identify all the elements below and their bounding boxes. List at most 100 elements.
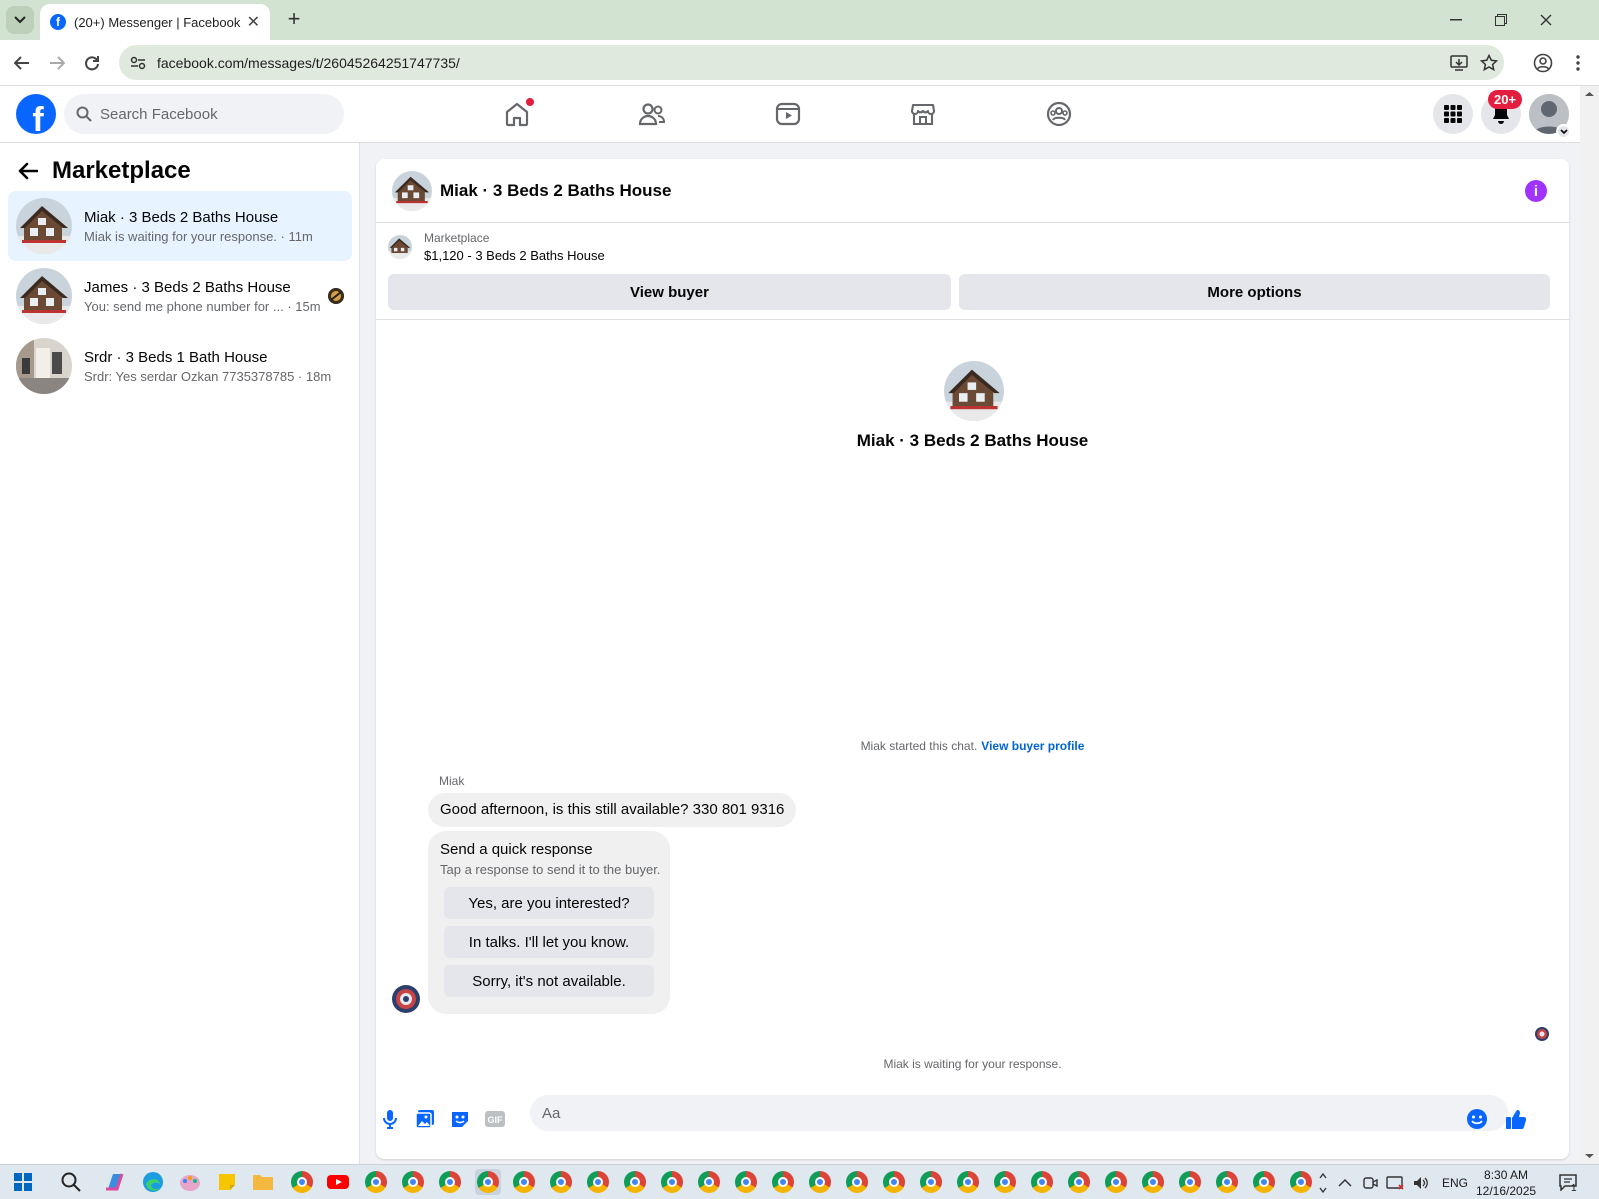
- facebook-logo-icon[interactable]: f: [16, 94, 56, 134]
- quick-response-option[interactable]: In talks. I'll let you know.: [444, 926, 654, 958]
- message-input[interactable]: [530, 1095, 1508, 1131]
- nav-marketplace[interactable]: [868, 86, 978, 142]
- file-explorer-icon[interactable]: [250, 1169, 276, 1195]
- meet-now-icon[interactable]: [1362, 1175, 1378, 1191]
- bookmark-star-icon[interactable]: [1474, 48, 1504, 78]
- back-arrow-icon[interactable]: [18, 162, 38, 180]
- chrome-window-icon[interactable]: [1140, 1169, 1166, 1195]
- menu-grid-button[interactable]: [1433, 94, 1473, 134]
- chrome-window-icon[interactable]: [992, 1169, 1018, 1195]
- install-app-icon[interactable]: [1444, 48, 1474, 78]
- browser-menu-icon[interactable]: [1565, 50, 1591, 76]
- reload-icon[interactable]: [79, 50, 105, 76]
- minimize-icon[interactable]: [1444, 8, 1468, 32]
- chat-started-notice: Miak started this chat. View buyer profil…: [376, 739, 1569, 753]
- nav-video[interactable]: [733, 86, 843, 142]
- quick-response-option[interactable]: Sorry, it's not available.: [444, 965, 654, 997]
- conversation-item[interactable]: Srdr · 3 Beds 1 Bath House Srdr: Yes ser…: [8, 331, 352, 401]
- account-chevron-icon[interactable]: [1556, 124, 1571, 139]
- chrome-window-icon[interactable]: [622, 1169, 648, 1195]
- chrome-window-active-icon[interactable]: [475, 1169, 501, 1195]
- chrome-window-icon[interactable]: [733, 1169, 759, 1195]
- taskbar-search-icon[interactable]: [58, 1169, 84, 1195]
- restore-icon[interactable]: [1489, 8, 1513, 32]
- copilot-icon[interactable]: [102, 1169, 128, 1195]
- chrome-window-icon[interactable]: [363, 1169, 389, 1195]
- chrome-window-icon[interactable]: [1214, 1169, 1240, 1195]
- scroll-down-icon[interactable]: [1580, 1150, 1599, 1162]
- show-hidden-icons-icon[interactable]: [1338, 1178, 1352, 1188]
- tab-search-button[interactable]: [6, 6, 34, 34]
- chat-title[interactable]: Miak · 3 Beds 2 Baths House: [440, 181, 671, 201]
- browser-tab[interactable]: f (20+) Messenger | Facebook ✕: [40, 4, 270, 40]
- quick-response-option[interactable]: Yes, are you interested?: [444, 887, 654, 919]
- message-bubble[interactable]: Good afternoon, is this still available?…: [428, 793, 797, 827]
- chrome-window-icon[interactable]: [881, 1169, 907, 1195]
- chrome-window-icon[interactable]: [770, 1169, 796, 1195]
- chrome-window-icon[interactable]: [437, 1169, 463, 1195]
- tab-close-icon[interactable]: ✕: [247, 12, 260, 32]
- view-buyer-button[interactable]: View buyer: [388, 274, 951, 310]
- sticky-notes-icon[interactable]: [214, 1169, 240, 1195]
- chrome-window-icon[interactable]: [585, 1169, 611, 1195]
- site-info-icon[interactable]: [129, 54, 147, 72]
- language-indicator[interactable]: ENG: [1442, 1176, 1468, 1190]
- network-icon[interactable]: [1386, 1175, 1404, 1191]
- nav-groups[interactable]: [1004, 86, 1114, 142]
- chrome-window-icon[interactable]: [918, 1169, 944, 1195]
- microphone-icon[interactable]: [378, 1107, 402, 1131]
- view-buyer-profile-link[interactable]: View buyer profile: [981, 739, 1084, 753]
- chrome-window-icon[interactable]: [659, 1169, 685, 1195]
- notification-center-icon[interactable]: 1: [1555, 1169, 1581, 1195]
- clock-date: 12/16/2025: [1476, 1184, 1537, 1198]
- photo-icon[interactable]: [413, 1107, 437, 1131]
- conversation-item[interactable]: Miak · 3 Beds 2 Baths House Miak is wait…: [8, 191, 352, 261]
- profile-icon[interactable]: [1530, 50, 1556, 76]
- conversation-item[interactable]: James · 3 Beds 2 Baths House You: send m…: [8, 261, 352, 331]
- page-scrollbar[interactable]: [1580, 86, 1599, 1164]
- chrome-profile-icon[interactable]: [289, 1169, 315, 1195]
- chrome-window-icon[interactable]: [1066, 1169, 1092, 1195]
- search-box[interactable]: Search Facebook: [64, 94, 344, 134]
- chrome-window-icon[interactable]: [1288, 1169, 1314, 1195]
- chrome-window-icon[interactable]: [696, 1169, 722, 1195]
- info-icon[interactable]: i: [1525, 180, 1547, 202]
- sticker-icon[interactable]: [448, 1107, 472, 1131]
- gif-icon[interactable]: GIF: [483, 1107, 507, 1131]
- like-thumb-icon[interactable]: [1504, 1107, 1528, 1131]
- sender-name: Miak: [439, 774, 465, 788]
- chrome-window-icon[interactable]: [807, 1169, 833, 1195]
- listing-source: Marketplace: [424, 231, 490, 245]
- chrome-window-icon[interactable]: [1177, 1169, 1203, 1195]
- nav-friends[interactable]: [597, 86, 707, 142]
- nav-home[interactable]: [462, 86, 572, 142]
- chat-header-avatar[interactable]: [392, 171, 432, 211]
- volume-icon[interactable]: [1412, 1175, 1430, 1191]
- taskbar-scroll-icon[interactable]: [1318, 1166, 1328, 1199]
- chrome-window-icon[interactable]: [955, 1169, 981, 1195]
- chrome-window-icon[interactable]: [511, 1169, 537, 1195]
- buyer-profile-avatar[interactable]: [944, 361, 1004, 421]
- forward-icon[interactable]: [44, 50, 70, 76]
- chrome-window-icon[interactable]: [1103, 1169, 1129, 1195]
- listing-summary[interactable]: Marketplace $1,120 - 3 Beds 2 Baths Hous…: [388, 231, 605, 263]
- chrome-window-icon[interactable]: [400, 1169, 426, 1195]
- close-window-icon[interactable]: [1534, 8, 1558, 32]
- more-options-button[interactable]: More options: [959, 274, 1550, 310]
- sender-avatar[interactable]: [392, 985, 420, 1013]
- chrome-window-icon[interactable]: [1029, 1169, 1055, 1195]
- url-text[interactable]: facebook.com/messages/t/2604526425174773…: [157, 55, 1444, 71]
- paint-icon[interactable]: [177, 1169, 203, 1195]
- system-clock[interactable]: 8:30 AM 12/16/2025: [1476, 1167, 1536, 1199]
- scroll-up-icon[interactable]: [1580, 88, 1599, 100]
- back-icon[interactable]: [9, 50, 35, 76]
- chrome-window-icon[interactable]: [548, 1169, 574, 1195]
- edge-icon[interactable]: [140, 1169, 166, 1195]
- windows-start-icon[interactable]: [10, 1169, 36, 1195]
- emoji-icon[interactable]: [1465, 1107, 1489, 1131]
- chrome-window-icon[interactable]: [844, 1169, 870, 1195]
- chrome-window-icon[interactable]: [1251, 1169, 1277, 1195]
- youtube-icon[interactable]: [325, 1169, 351, 1195]
- new-tab-button[interactable]: +: [282, 8, 306, 32]
- address-bar[interactable]: facebook.com/messages/t/2604526425174773…: [119, 45, 1504, 80]
